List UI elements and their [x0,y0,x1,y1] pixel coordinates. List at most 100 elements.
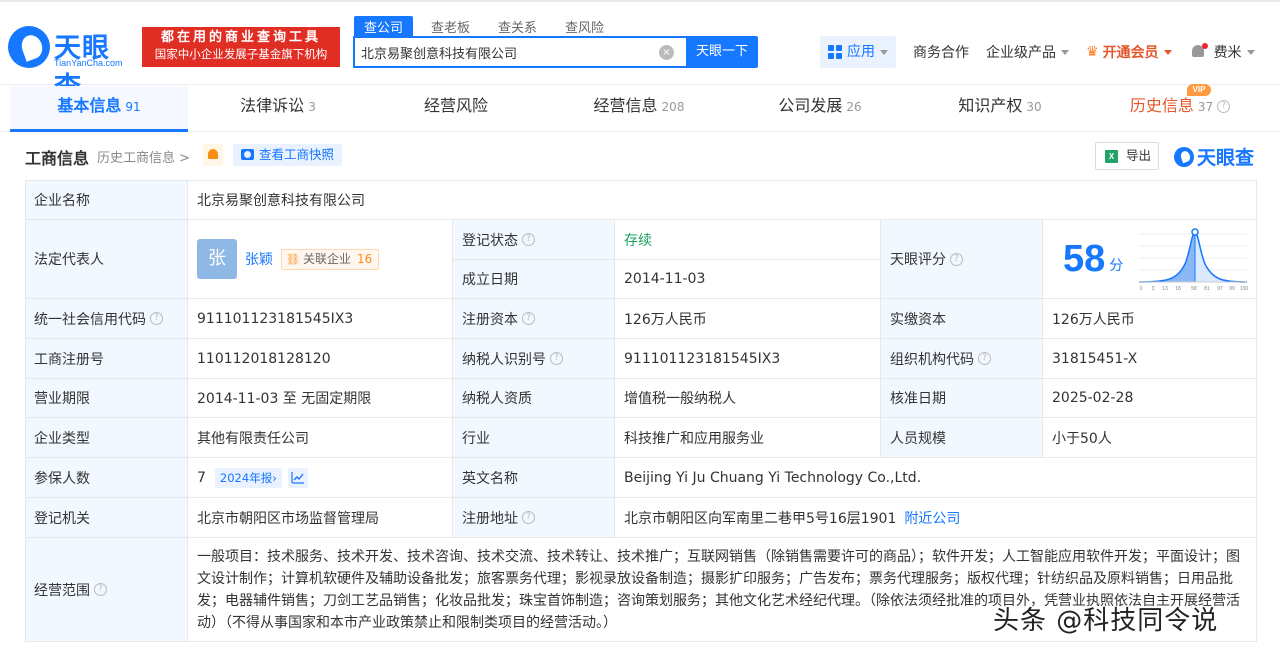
score-distribution-chart: 0 3 13 18 58 81 97 99 100 [1139,228,1249,292]
tab-development[interactable]: 公司发展 26 [730,86,910,132]
tab-label: 历史信息 [1129,96,1194,115]
label-text: 登记状态 [462,232,518,249]
reg-capital-label: 注册资本? [453,299,615,339]
business-cooperation-link[interactable]: 商务合作 [913,42,969,62]
legal-rep-name-link[interactable]: 张颖 [245,249,273,269]
help-icon[interactable]: ? [522,511,535,524]
help-icon[interactable]: ? [94,583,107,596]
enterprise-products-menu[interactable]: 企业级产品 [986,42,1069,62]
section-header: 工商信息 历史工商信息 > 查看工商快照 X 导出 天眼查 [0,133,1280,178]
chevron-down-icon [1246,49,1255,55]
business-info-table: 企业名称 北京易聚创意科技有限公司 法定代表人 张 张颖 ⛓ 关联企业 16 登… [25,180,1257,642]
annual-report-badge[interactable]: 2024年报› [214,467,282,488]
help-icon[interactable]: ? [522,312,535,325]
help-icon[interactable]: ? [522,233,535,246]
help-icon[interactable]: ? [1217,100,1231,113]
scope-label: 经营范围? [25,538,188,642]
search-button[interactable]: 天眼一下 [686,36,758,68]
tab-label: 经营风险 [423,96,488,115]
notification-bell-icon[interactable] [1190,43,1208,61]
tianyancha-logo-icon [1174,146,1194,167]
search-tab-risk[interactable]: 查风险 [555,16,614,36]
founded-value: 2014-11-03 [615,260,881,299]
vip-badge: VIP [1187,84,1211,96]
export-button[interactable]: X 导出 [1095,142,1159,170]
enterprise-products-label: 企业级产品 [986,45,1056,61]
open-vip-menu[interactable]: ♛ 开通会员 [1086,42,1172,62]
annual-report-label: 2024年报 [219,470,273,485]
tab-count: 3 [308,100,316,114]
search-input[interactable] [355,38,655,66]
axis-tick: 100 [1240,286,1249,292]
taxpayer-qual-label: 纳税人资质 [453,379,615,418]
search-tab-company[interactable]: 查公司 [354,16,414,36]
tab-ip[interactable]: 知识产权 30 [910,86,1090,132]
related-companies-badge[interactable]: ⛓ 关联企业 16 [281,248,380,270]
legal-rep-cell: 张 张颖 ⛓ 关联企业 16 [188,220,453,299]
top-nav: 应用 商务合作 企业级产品 ♛ 开通会员 费米 [820,36,1255,68]
search-type-tabs: 查公司 查老板 查关系 查风险 [354,16,622,36]
history-business-info-link[interactable]: 历史工商信息 > [97,147,190,166]
label-text: 天眼评分 [890,252,946,268]
legal-rep-label: 法定代表人 [25,220,188,299]
axis-tick: 18 [1176,286,1182,292]
help-icon[interactable]: ? [978,352,991,365]
address-value: 北京市朝阳区向军南里二巷甲5号16层1901 [624,510,897,527]
history-link-label: 历史工商信息 [97,151,176,166]
tianyan-score-cell[interactable]: 58 分 0 3 13 18 58 81 97 99 100 [1043,220,1257,299]
related-companies-icon: ⛓ [286,252,300,266]
insured-cell: 7 2024年报› [188,458,453,498]
help-icon[interactable]: ? [150,312,163,325]
tab-basic-info[interactable]: 基本信息 91 [10,86,188,132]
tab-operation[interactable]: 经营信息 208 [548,86,730,132]
credit-code-value: 911101123181545IX3 [188,299,453,339]
reg-no-value: 110112018128120 [188,339,453,379]
tab-count: 37 [1197,100,1214,114]
help-icon[interactable]: ? [550,352,563,365]
industry-label: 行业 [453,418,615,458]
insured-value: 7 [197,469,206,486]
help-icon[interactable]: ? [950,252,963,266]
promo-line-1: 都在用的商业查询工具 [160,30,321,45]
watermark-text: 头条 @科技同令说 [993,606,1219,636]
monitor-bell-icon[interactable] [203,144,223,166]
avatar[interactable]: 张 [197,239,237,279]
logo-domain: TianYanCha.com [54,58,123,68]
reg-status-label: 登记状态? [453,220,615,260]
axis-tick: 58 [1192,286,1198,292]
org-code-value: 31815451-X [1043,339,1257,379]
reg-capital-value: 126万人民币 [615,299,881,339]
label-text: 组织机构代码 [890,351,974,368]
search-tab-boss[interactable]: 查老板 [421,16,480,36]
nearby-companies-link[interactable]: 附近公司 [904,508,960,528]
tab-legal[interactable]: 法律诉讼 3 [188,86,368,132]
tab-risk[interactable]: 经营风险 [368,86,548,132]
english-name-value: Beijing Yi Ju Chuang Yi Technology Co.,L… [615,458,1257,498]
org-code-label: 组织机构代码? [881,339,1043,379]
tab-history[interactable]: 历史信息 37? [1090,86,1270,132]
insured-label: 参保人数 [25,458,188,498]
apps-menu[interactable]: 应用 [820,36,896,68]
axis-tick: 0 [1140,286,1143,292]
tab-count: 208 [661,100,685,114]
reg-no-label: 工商注册号 [25,339,188,379]
approval-date-value: 2025-02-28 [1043,379,1257,418]
tianyancha-logo-icon [8,26,50,68]
user-name: 费米 [1213,45,1242,61]
trend-chart-icon[interactable] [287,467,308,488]
label-text: 注册地址 [462,510,518,527]
clear-icon[interactable]: × [659,45,674,60]
section-title: 工商信息 [25,149,90,168]
view-snapshot-button[interactable]: 查看工商快照 [233,144,343,166]
authority-value: 北京市朝阳区市场监督管理局 [188,498,453,538]
tab-label: 法律诉讼 [240,96,305,115]
term-value: 2014-11-03 至 无固定期限 [188,379,453,418]
user-menu[interactable]: 费米 [1214,42,1255,62]
search-tab-relation[interactable]: 查关系 [488,16,547,36]
apps-label: 应用 [847,44,875,60]
chevron-down-icon [880,49,888,55]
site-logo[interactable]: 天眼查 TianYanCha.com [8,26,136,103]
paid-capital-label: 实缴资本 [881,299,1043,339]
label-text: 纳税人识别号 [462,351,546,368]
tab-count: 30 [1026,100,1042,114]
